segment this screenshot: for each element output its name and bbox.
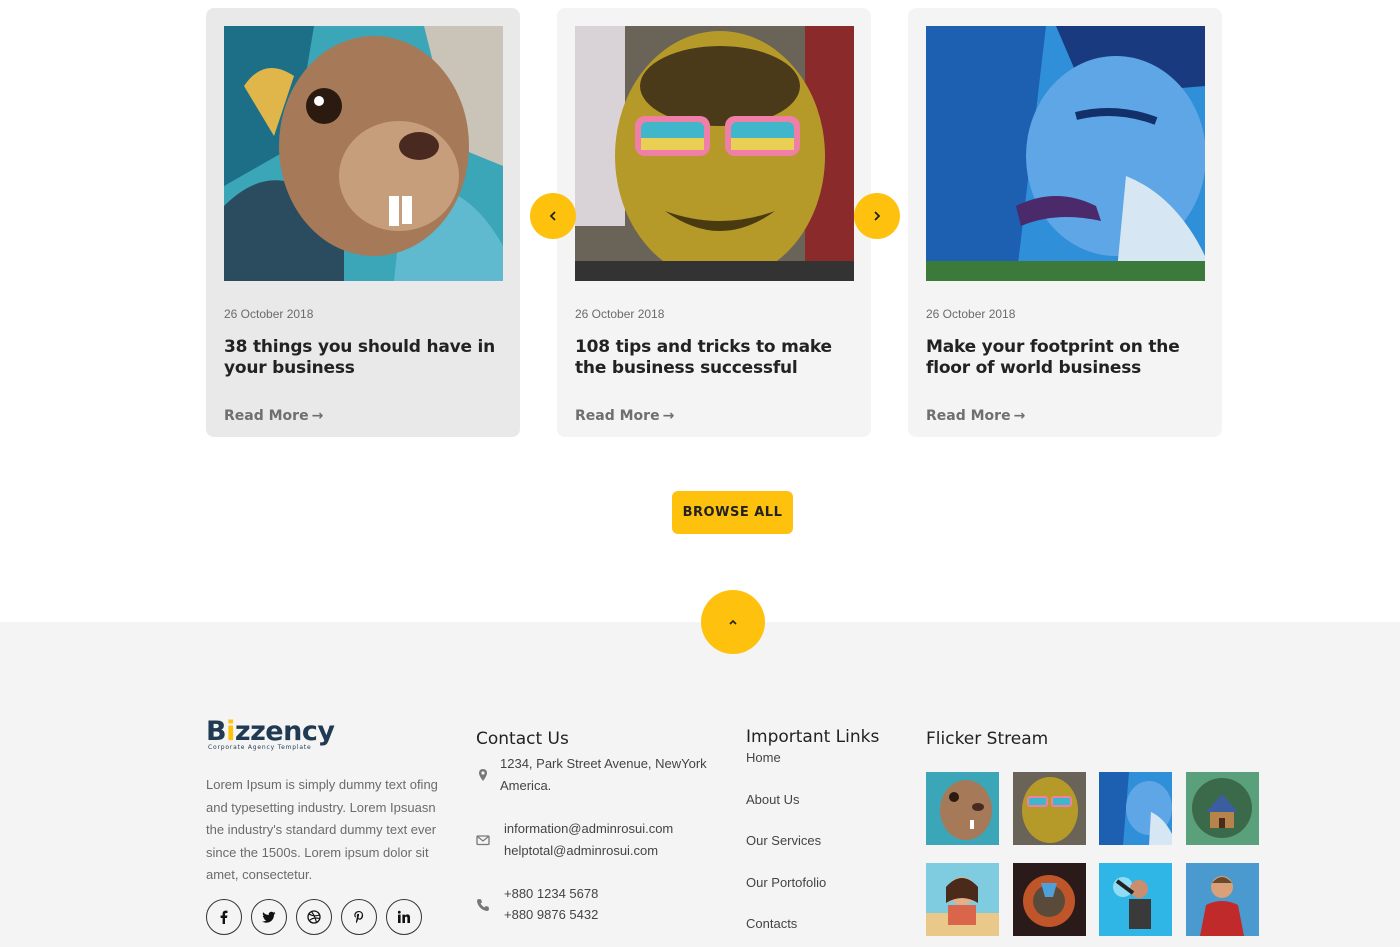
flickr-title: Flicker Stream [926, 729, 1049, 749]
arrow-right-icon: → [311, 408, 324, 424]
flickr-photo[interactable] [1012, 772, 1086, 845]
arrow-right-icon: → [662, 408, 675, 424]
flickr-gallery [926, 772, 1259, 936]
contact-phones: +880 1234 5678 +880 9876 5432 [504, 883, 598, 925]
footer-link-contacts[interactable]: Contacts [746, 916, 826, 947]
blog-card-title[interactable]: 108 tips and tricks to make the business… [575, 337, 865, 379]
blog-card-image[interactable] [926, 26, 1205, 281]
twitter-link[interactable] [251, 899, 287, 935]
carousel-prev-button[interactable] [530, 193, 576, 239]
flickr-photo[interactable] [1185, 863, 1259, 936]
chevron-up-icon [729, 619, 737, 625]
contact-phone-link[interactable]: +880 9876 5432 [504, 904, 598, 925]
phone-icon [477, 899, 489, 911]
logo-wordmark: Bizzency [206, 716, 335, 747]
flickr-photo[interactable] [1099, 863, 1172, 936]
blog-card[interactable]: 26 October 2018 38 things you should hav… [206, 8, 520, 437]
scroll-to-top-button[interactable] [701, 590, 765, 654]
contact-emails: information@adminrosui.com helptotal@adm… [504, 818, 673, 862]
browse-all-button[interactable]: BROWSE ALL [672, 491, 793, 534]
twitter-icon [262, 911, 276, 923]
linkedin-icon [397, 910, 410, 923]
dribbble-link[interactable] [296, 899, 332, 935]
blog-card[interactable]: 26 October 2018 108 tips and tricks to m… [557, 8, 871, 437]
blog-card-image[interactable] [575, 26, 854, 281]
chevron-right-icon [874, 211, 881, 221]
footer-logo[interactable]: Bizzency Corporate Agency Template [206, 716, 335, 752]
blog-card-title[interactable]: 38 things you should have in your busine… [224, 337, 514, 379]
important-links-title: Important Links [746, 727, 880, 747]
contact-phone-link[interactable]: +880 1234 5678 [504, 883, 598, 904]
contact-email-link[interactable]: information@adminrosui.com [504, 818, 673, 840]
map-marker-icon [479, 769, 487, 781]
read-more-label: Read More [926, 408, 1011, 424]
footer-link-about[interactable]: About Us [746, 792, 826, 834]
read-more-link[interactable]: Read More → [224, 408, 323, 424]
flickr-photo[interactable] [926, 863, 999, 936]
blog-card[interactable]: 26 October 2018 Make your footprint on t… [908, 8, 1222, 437]
flickr-photo[interactable] [1099, 772, 1172, 845]
envelope-icon [476, 835, 490, 846]
linkedin-link[interactable] [386, 899, 422, 935]
facebook-link[interactable] [206, 899, 242, 935]
contact-address: 1234, Park Street Avenue, NewYork Americ… [500, 756, 707, 793]
carousel-next-button[interactable] [854, 193, 900, 239]
contact-email-link[interactable]: helptotal@adminrosui.com [504, 840, 673, 862]
arrow-right-icon: → [1013, 408, 1026, 424]
facebook-icon [220, 910, 228, 924]
read-more-label: Read More [224, 408, 309, 424]
blog-card-image[interactable] [224, 26, 503, 281]
blog-card-date: 26 October 2018 [926, 307, 1016, 321]
footer-link-portfolio[interactable]: Our Portofolio [746, 875, 826, 917]
flickr-photo[interactable] [1012, 863, 1086, 936]
important-links-list: Home About Us Our Services Our Portofoli… [746, 750, 826, 947]
blog-card-date: 26 October 2018 [575, 307, 665, 321]
footer-about-text: Lorem Ipsum is simply dummy text ofing a… [206, 777, 438, 882]
blog-card-title[interactable]: Make your footprint on the floor of worl… [926, 337, 1216, 379]
read-more-link[interactable]: Read More → [926, 408, 1025, 424]
pinterest-link[interactable] [341, 899, 377, 935]
chevron-left-icon [549, 211, 556, 221]
flickr-photo[interactable] [1185, 772, 1259, 845]
pinterest-icon [354, 911, 364, 924]
blog-carousel: 26 October 2018 38 things you should hav… [206, 8, 1222, 438]
footer-link-services[interactable]: Our Services [746, 833, 826, 875]
social-links [206, 899, 422, 935]
flickr-photo[interactable] [926, 772, 999, 845]
footer-link-home[interactable]: Home [746, 750, 826, 792]
read-more-label: Read More [575, 408, 660, 424]
dribbble-icon [307, 910, 321, 924]
read-more-link[interactable]: Read More → [575, 408, 674, 424]
blog-card-date: 26 October 2018 [224, 307, 314, 321]
contact-title: Contact Us [476, 729, 569, 749]
